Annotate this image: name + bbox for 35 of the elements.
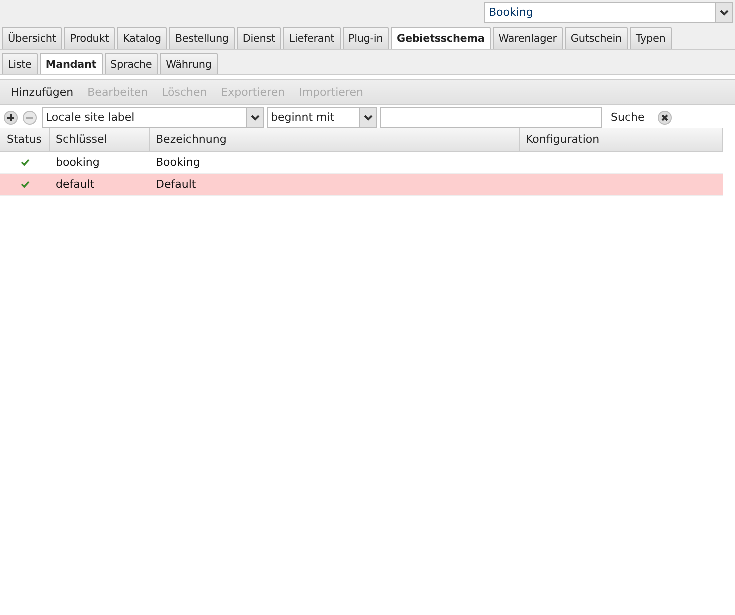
table-cell-text: Default <box>155 178 198 191</box>
tab[interactable]: Lieferant <box>283 27 340 49</box>
tab[interactable]: Bestellung <box>169 27 235 49</box>
table-cell-text: booking <box>55 156 101 169</box>
tab[interactable]: Typen <box>630 27 672 49</box>
subtab[interactable]: Sprache <box>104 53 158 74</box>
tab[interactable]: Katalog <box>117 27 168 49</box>
column-header[interactable]: Status <box>0 128 50 151</box>
tab[interactable]: Warenlager <box>492 27 563 49</box>
add-icon[interactable] <box>4 110 18 124</box>
subtab[interactable]: Mandant <box>40 53 103 74</box>
clear-icon[interactable] <box>658 110 672 124</box>
tab[interactable]: Produkt <box>64 27 116 49</box>
tab[interactable]: Plug-in <box>342 27 390 49</box>
table-cell-text: default <box>55 178 96 191</box>
caret-icon <box>720 10 728 16</box>
site-dropdown[interactable]: Booking <box>484 2 733 23</box>
tab[interactable]: Gutschein <box>564 27 628 49</box>
table-row[interactable]: default Default <box>0 174 723 196</box>
tab[interactable]: Gebietsschema <box>391 27 491 49</box>
operator-dropdown[interactable]: beginnt mit <box>267 107 377 128</box>
field-dropdown[interactable]: Locale site label <box>42 107 264 128</box>
tab[interactable]: Dienst <box>236 27 282 49</box>
search-link[interactable]: Suche <box>607 111 653 124</box>
caret-icon <box>364 114 372 120</box>
column-header[interactable]: Schlüssel <box>50 128 150 151</box>
search-field[interactable] <box>380 107 602 128</box>
tab[interactable]: Übersicht <box>2 27 62 49</box>
column-header[interactable]: Konfiguration <box>520 128 723 151</box>
table-cell-text: Booking <box>155 156 202 169</box>
column-header[interactable]: Bezeichnung <box>150 128 520 151</box>
subtab[interactable]: Währung <box>160 53 218 74</box>
subtab[interactable]: Liste <box>2 53 38 74</box>
caret-icon <box>250 114 260 120</box>
toolbar-button[interactable]: Hinzufügen <box>4 82 81 102</box>
